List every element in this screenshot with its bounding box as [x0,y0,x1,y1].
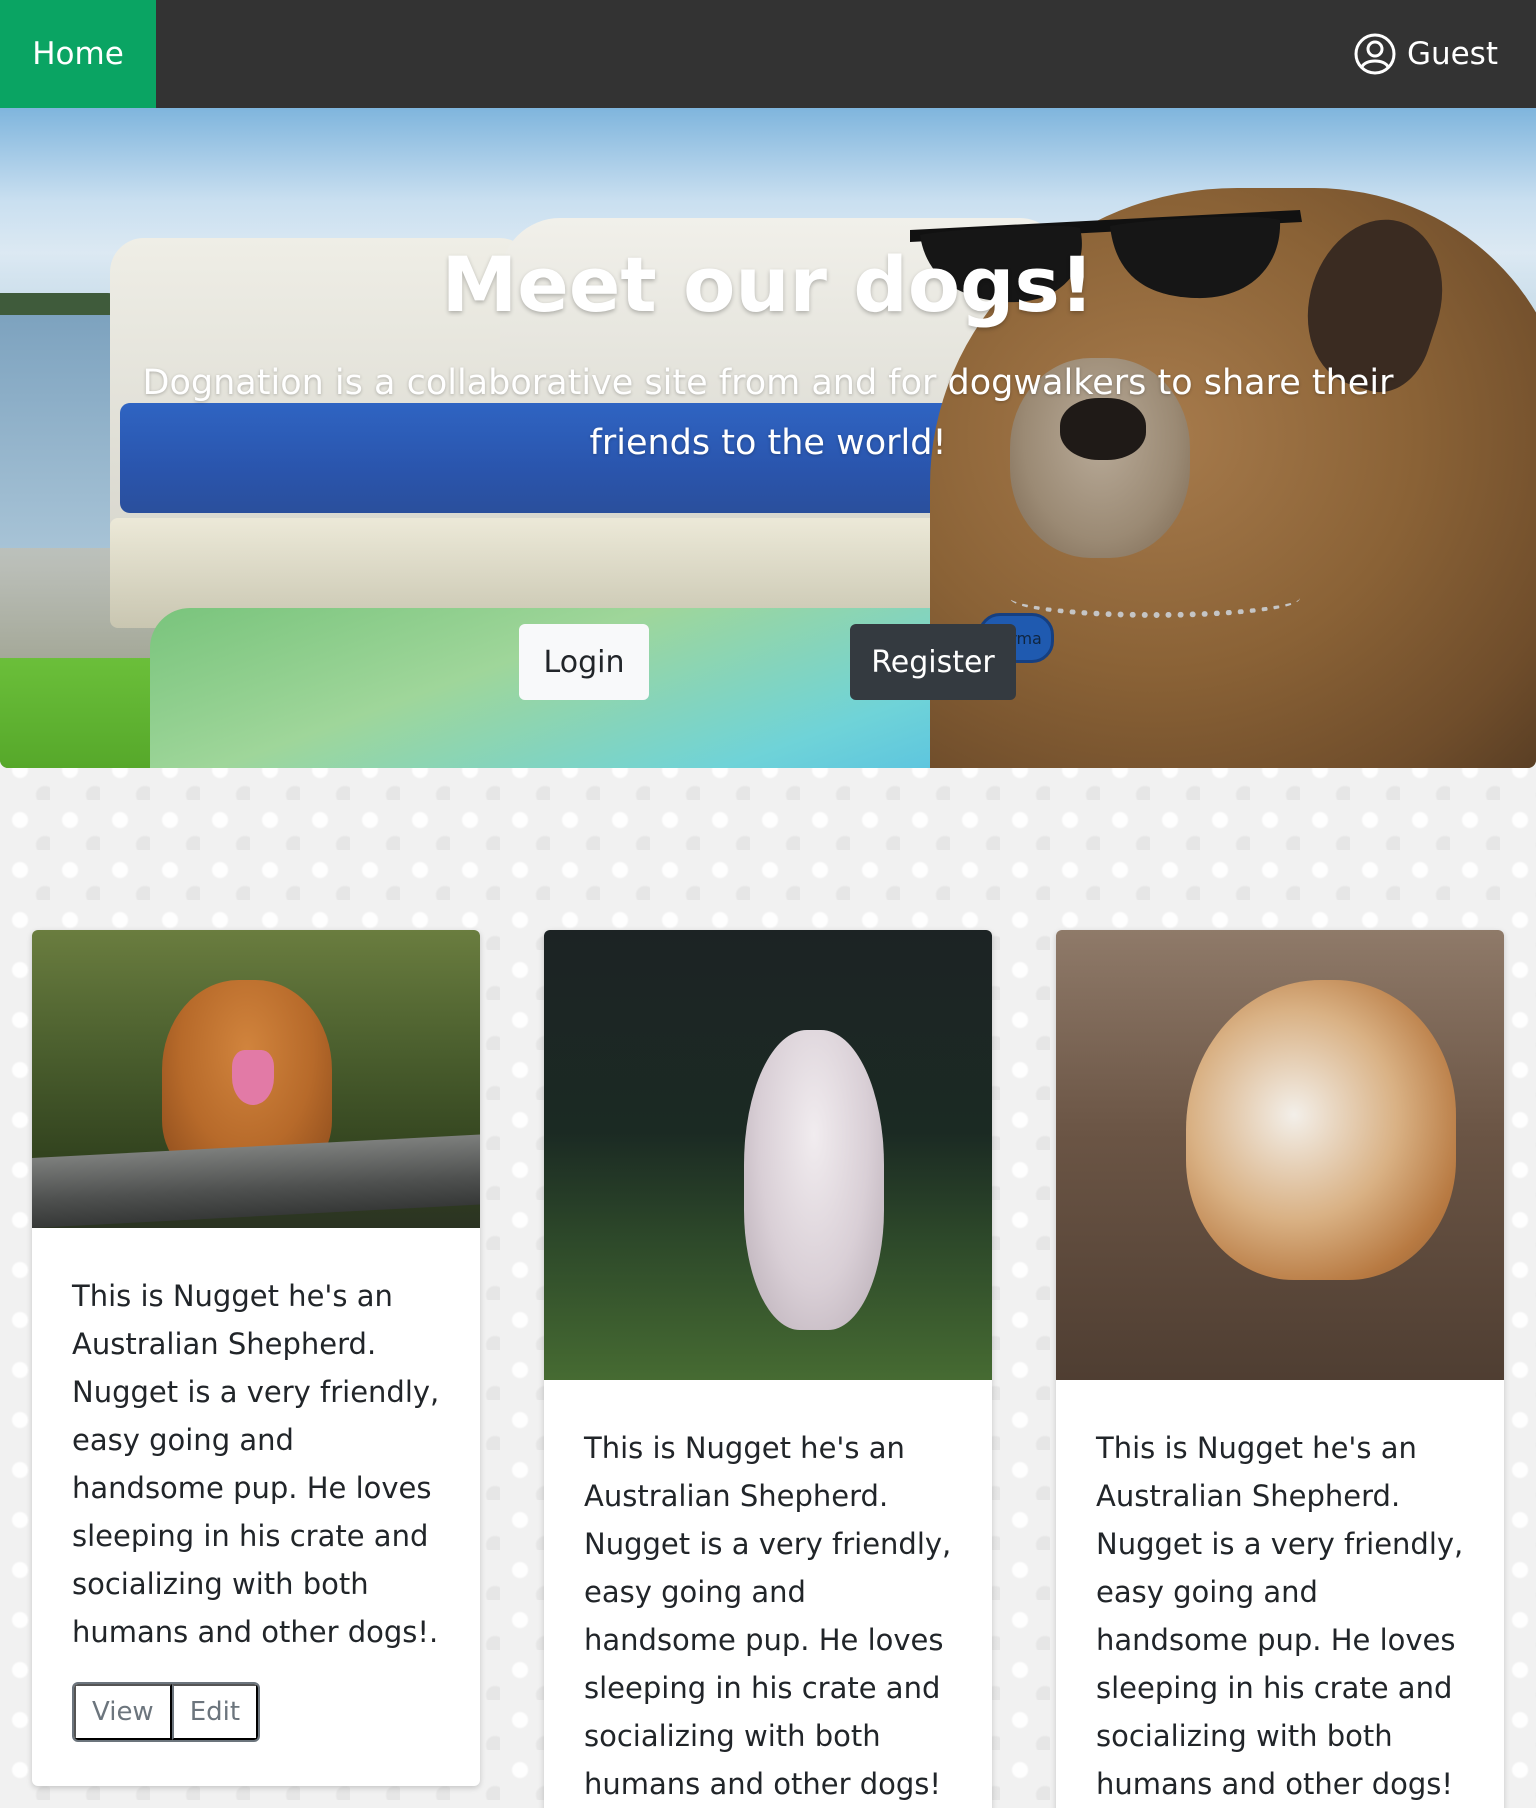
card-body: This is Nugget he's an Australian Shephe… [1056,1380,1504,1808]
nav-home-link[interactable]: Home [0,0,156,108]
dog-card: This is Nugget he's an Australian Shephe… [32,930,480,1786]
card-log [32,1134,480,1228]
card-text: This is Nugget he's an Australian Shephe… [1096,1431,1464,1801]
dog-card: This is Nugget he's an Australian Shephe… [544,930,992,1808]
nav-user-label: Guest [1406,36,1498,72]
register-button[interactable]: Register [850,624,1016,700]
hero-subtitle: Dognation is a collaborative site from a… [142,363,1394,463]
nav-user-menu[interactable]: Guest [1353,0,1498,108]
card-text: This is Nugget he's an Australian Shephe… [584,1431,952,1801]
hero-dog-collar [1010,578,1300,618]
card-body: This is Nugget he's an Australian Shephe… [32,1228,480,1742]
dog-on-couch-photo [1056,930,1504,1380]
dog-card: This is Nugget he's an Australian Shephe… [1056,930,1504,1808]
navbar: Home Guest [0,0,1536,108]
dog-on-log-photo [32,930,480,1228]
hero-title: Meet our dogs! [441,240,1095,329]
hero-banner: Karma Meet our dogs! Dognation is a coll… [0,108,1536,768]
edit-button[interactable]: Edit [171,1684,259,1740]
card-button-group: View Edit [72,1682,261,1742]
card-text: This is Nugget he's an Australian Shephe… [72,1279,440,1649]
view-button[interactable]: View [74,1684,172,1740]
login-button[interactable]: Login [519,624,649,700]
card-dog-figure [744,1030,884,1330]
card-dog-figure [1186,980,1456,1280]
user-circle-icon [1354,33,1396,75]
card-body: This is Nugget he's an Australian Shephe… [544,1380,992,1808]
card-dog-tongue [232,1050,274,1105]
white-dog-running-photo [544,930,992,1380]
